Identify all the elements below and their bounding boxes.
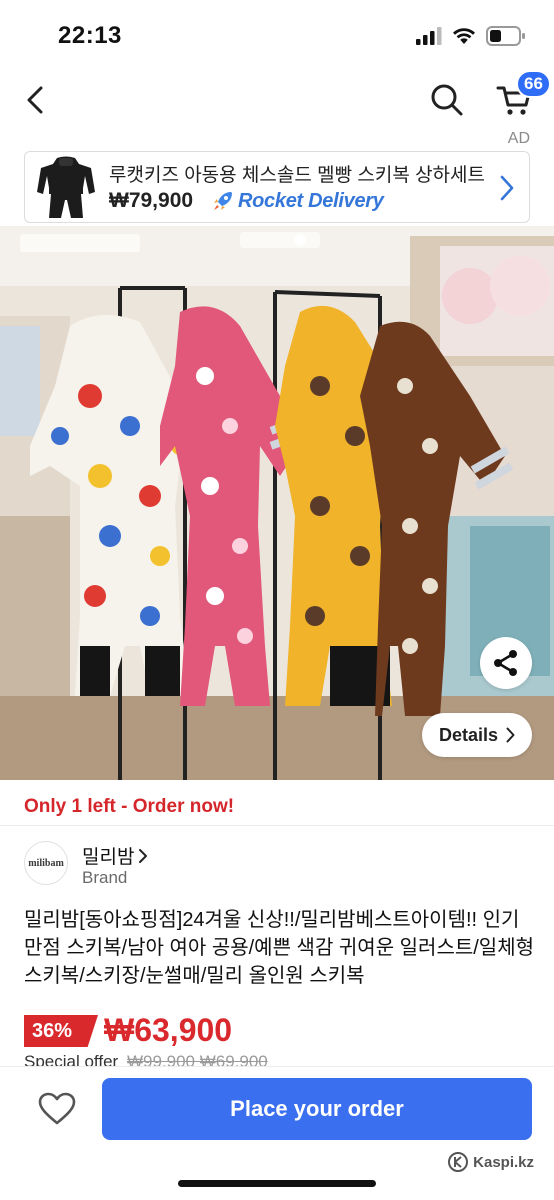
ad-title: 루캣키즈 아동용 체스솔드 멜빵 스키복 상하세트 <box>109 165 485 186</box>
ad-product-thumbnail <box>31 154 101 222</box>
product-photo-illustration <box>0 226 554 780</box>
search-button[interactable] <box>428 80 466 120</box>
chevron-right-icon <box>506 727 515 743</box>
share-button[interactable] <box>480 637 532 689</box>
ad-banner[interactable]: 루캣키즈 아동용 체스솔드 멜빵 스키복 상하세트 ₩79,900 Rocket… <box>24 151 530 223</box>
cart-count-badge: 66 <box>516 70 551 98</box>
ad-label: AD <box>507 130 530 147</box>
kaspi-watermark: Kaspi.kz <box>448 1152 534 1172</box>
share-icon <box>494 650 517 676</box>
stock-note: Only 1 left - Order now! <box>24 796 235 817</box>
rocket-icon <box>214 192 232 210</box>
ad-price: ₩79,900 <box>109 189 194 212</box>
brand-logo[interactable]: milibam <box>24 841 68 885</box>
brand-link[interactable]: 밀리밤 <box>82 842 148 869</box>
signal-icon <box>416 27 442 45</box>
status-time: 22:13 <box>58 22 122 49</box>
watermark-text: Kaspi.kz <box>473 1153 534 1171</box>
favorite-button[interactable] <box>36 1088 78 1130</box>
back-icon <box>27 86 43 114</box>
brand-sublabel: Brand <box>82 868 128 887</box>
chevron-right-icon <box>139 848 148 863</box>
back-button[interactable] <box>18 80 52 120</box>
home-indicator[interactable] <box>178 1180 376 1187</box>
place-order-button[interactable]: Place your order <box>102 1078 532 1140</box>
ad-chevron[interactable] <box>495 170 519 206</box>
wifi-icon <box>453 28 475 44</box>
rocket-delivery-badge: Rocket Delivery <box>211 189 384 213</box>
divider <box>0 825 554 826</box>
chevron-right-icon <box>500 175 514 201</box>
status-icons <box>416 26 526 46</box>
details-label: Details <box>438 724 499 745</box>
nav-bar <box>0 70 554 130</box>
brand-logo-text: milibam <box>28 857 64 869</box>
details-button[interactable]: Details <box>422 713 532 757</box>
price: ₩63,900 <box>104 1012 233 1048</box>
search-icon <box>431 84 463 116</box>
product-photo[interactable] <box>0 226 554 780</box>
discount-badge: 36% <box>24 1015 98 1047</box>
battery-icon <box>486 26 525 46</box>
heart-icon <box>38 1092 76 1125</box>
brand-name: 밀리밤 <box>82 847 135 868</box>
kaspi-logo-icon <box>448 1152 469 1172</box>
rocket-delivery-label: Rocket Delivery <box>238 189 384 212</box>
status-bar: 22:13 <box>0 0 554 70</box>
product-title: 밀리밤[동아쇼핑점]24겨울 신상!!/밀리밤베스트아이템!! 인기 만점 스키… <box>24 909 535 987</box>
